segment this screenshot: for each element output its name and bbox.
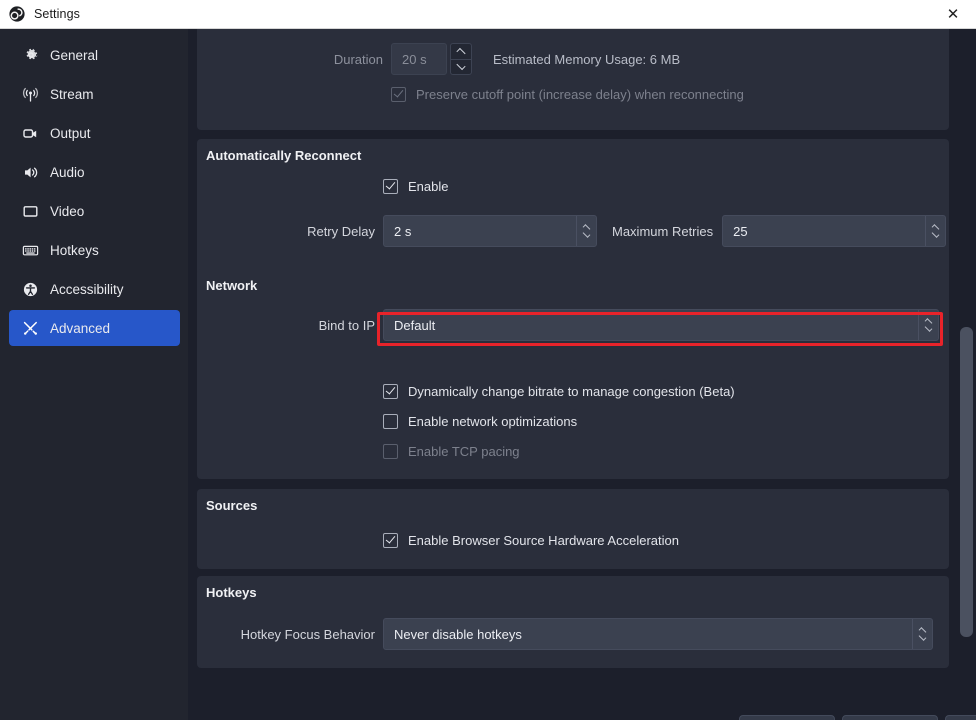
estimated-memory-usage-text: Estimated Memory Usage: 6 MB — [493, 51, 681, 67]
monitor-icon — [22, 203, 39, 220]
keyboard-icon — [22, 242, 39, 259]
network-optimizations-checkbox-row[interactable]: Enable network optimizations — [383, 414, 577, 429]
retry-delay-spinbox[interactable]: 2 s — [383, 215, 597, 247]
panel-sources: Sources Enable Browser Source Hardware A… — [197, 489, 949, 569]
bind-to-ip-value: Default — [394, 317, 436, 333]
bind-to-ip-label: Bind to IP — [318, 317, 375, 333]
window-title: Settings — [34, 7, 80, 21]
obs-logo-icon — [9, 6, 25, 22]
maximum-retries-spinbox[interactable]: 25 — [722, 215, 947, 247]
maximum-retries-value: 25 — [733, 223, 748, 239]
duration-value: 20 s — [402, 51, 427, 67]
bind-to-ip-row: Bind to IP Default — [197, 309, 939, 341]
close-icon[interactable]: ✕ — [930, 0, 976, 29]
duration-stepper[interactable] — [450, 43, 472, 75]
settings-sidebar: General Stream Output Audio Video Hotkey… — [0, 29, 188, 720]
retry-delay-label: Retry Delay — [307, 223, 375, 239]
sidebar-item-label: Output — [50, 125, 91, 141]
tcp-pacing-checkbox — [383, 444, 398, 459]
broadcast-icon — [22, 86, 39, 103]
cancel-button[interactable] — [842, 715, 938, 720]
panel-stream-delay: Duration 20 s Estimated Memory Usage: 6 … — [197, 29, 949, 130]
preserve-cutoff-checkbox-row[interactable]: Preserve cutoff point (increase delay) w… — [391, 87, 744, 102]
speaker-icon — [22, 164, 39, 181]
dynamic-bitrate-checkbox[interactable] — [383, 384, 398, 399]
panel-hotkeys: Hotkeys Hotkey Focus Behavior Never disa… — [197, 576, 949, 668]
dynamic-bitrate-checkbox-row[interactable]: Dynamically change bitrate to manage con… — [383, 384, 735, 399]
preserve-cutoff-checkbox[interactable] — [391, 87, 406, 102]
tcp-pacing-label: Enable TCP pacing — [408, 444, 520, 459]
panel-network: Network Bind to IP Default Dynamically c… — [197, 269, 949, 479]
sidebar-item-stream[interactable]: Stream — [9, 76, 180, 112]
window-titlebar: Settings ✕ — [0, 0, 976, 29]
sidebar-item-accessibility[interactable]: Accessibility — [9, 271, 180, 307]
dynamic-bitrate-label: Dynamically change bitrate to manage con… — [408, 384, 735, 399]
network-optimizations-checkbox[interactable] — [383, 414, 398, 429]
sidebar-item-label: General — [50, 47, 99, 63]
sidebar-item-label: Hotkeys — [50, 242, 99, 258]
tcp-pacing-checkbox-row[interactable]: Enable TCP pacing — [383, 444, 520, 459]
reconnect-enable-checkbox[interactable] — [383, 179, 398, 194]
sidebar-item-label: Audio — [50, 164, 85, 180]
preserve-cutoff-label: Preserve cutoff point (increase delay) w… — [416, 87, 744, 102]
duration-label: Duration — [333, 51, 383, 67]
hotkey-focus-chevron-updown-icon[interactable] — [912, 619, 932, 649]
retry-delay-row: Retry Delay 2 s Maximum Retries 25 — [197, 215, 947, 247]
maximum-retries-stepper[interactable] — [925, 216, 945, 246]
browser-hw-accel-checkbox[interactable] — [383, 533, 398, 548]
hotkey-focus-behavior-value: Never disable hotkeys — [394, 626, 522, 642]
tools-icon — [22, 320, 39, 337]
sidebar-item-label: Video — [50, 203, 85, 219]
video-camera-icon — [22, 125, 39, 142]
hotkey-focus-behavior-row: Hotkey Focus Behavior Never disable hotk… — [197, 618, 933, 650]
accessibility-icon — [22, 281, 39, 298]
reconnect-enable-checkbox-row[interactable]: Enable — [383, 179, 448, 194]
sidebar-item-audio[interactable]: Audio — [9, 154, 180, 190]
hotkey-focus-behavior-label: Hotkey Focus Behavior — [240, 626, 375, 642]
duration-stepper-down[interactable] — [451, 58, 471, 75]
sidebar-item-general[interactable]: General — [9, 37, 180, 73]
browser-hw-accel-checkbox-row[interactable]: Enable Browser Source Hardware Accelerat… — [383, 533, 679, 548]
sidebar-item-output[interactable]: Output — [9, 115, 180, 151]
sidebar-item-hotkeys[interactable]: Hotkeys — [9, 232, 180, 268]
ok-button[interactable] — [739, 715, 835, 720]
settings-content-scroll[interactable]: Duration 20 s Estimated Memory Usage: 6 … — [188, 29, 976, 720]
browser-hw-accel-label: Enable Browser Source Hardware Accelerat… — [408, 533, 679, 548]
reconnect-enable-label: Enable — [408, 179, 449, 194]
content-scrollbar[interactable] — [960, 29, 973, 720]
hotkey-focus-behavior-combobox[interactable]: Never disable hotkeys — [383, 618, 933, 650]
gear-icon — [22, 47, 39, 64]
duration-input[interactable]: 20 s — [391, 43, 447, 75]
duration-stepper-up[interactable] — [451, 44, 471, 59]
section-title-network: Network — [206, 278, 258, 293]
sidebar-item-advanced[interactable]: Advanced — [9, 310, 180, 346]
section-title-automatically-reconnect: Automatically Reconnect — [206, 148, 362, 163]
sidebar-item-label: Stream — [50, 86, 94, 102]
bind-to-ip-chevron-updown-icon[interactable] — [918, 310, 938, 340]
bind-to-ip-combobox[interactable]: Default — [383, 309, 939, 341]
section-title-hotkeys: Hotkeys — [206, 585, 257, 600]
retry-delay-stepper[interactable] — [576, 216, 596, 246]
maximum-retries-label: Maximum Retries — [612, 223, 714, 239]
sidebar-item-video[interactable]: Video — [9, 193, 180, 229]
settings-window: General Stream Output Audio Video Hotkey… — [0, 29, 976, 720]
panel-automatically-reconnect: Automatically Reconnect Enable Retry Del… — [197, 139, 949, 279]
sidebar-item-label: Accessibility — [50, 281, 124, 297]
sidebar-item-label: Advanced — [50, 320, 111, 336]
retry-delay-value: 2 s — [394, 223, 412, 239]
duration-row: Duration 20 s Estimated Memory Usage: 6 … — [197, 43, 940, 75]
content-scrollbar-thumb[interactable] — [960, 327, 973, 637]
section-title-sources: Sources — [206, 498, 258, 513]
network-optimizations-label: Enable network optimizations — [408, 414, 578, 429]
